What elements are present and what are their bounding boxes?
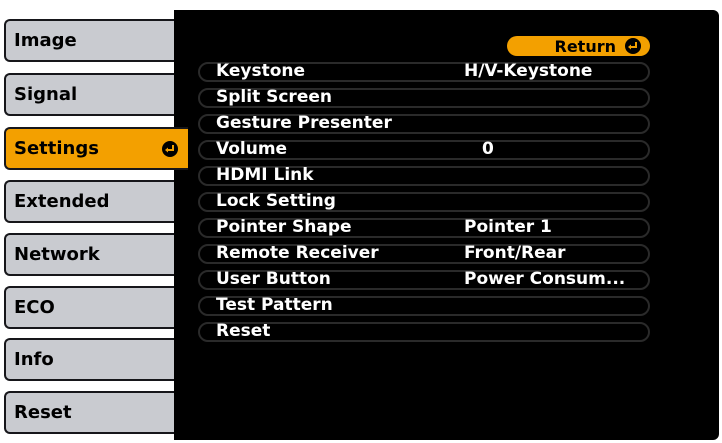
- setting-row-user-button[interactable]: User Button Power Consum...: [198, 268, 650, 292]
- setting-value: Pointer 1: [464, 217, 552, 237]
- setting-label: Split Screen: [216, 87, 332, 107]
- menu-item-label: Signal: [14, 84, 78, 105]
- menu-item-image[interactable]: Image: [4, 19, 176, 62]
- setting-label: Remote Receiver: [216, 243, 379, 263]
- setting-label: Test Pattern: [216, 295, 333, 315]
- enter-icon: [625, 38, 641, 54]
- setting-value: Front/Rear: [464, 243, 566, 263]
- menu-item-label: Settings: [14, 138, 99, 159]
- menu-item-eco[interactable]: ECO: [4, 286, 176, 329]
- setting-label: Lock Setting: [216, 191, 336, 211]
- menu-item-reset[interactable]: Reset: [4, 391, 176, 434]
- setting-row-keystone[interactable]: Keystone H/V-Keystone: [198, 60, 650, 84]
- setting-row-test-pattern[interactable]: Test Pattern: [198, 294, 650, 318]
- setting-value: H/V-Keystone: [464, 61, 593, 81]
- setting-row-split-screen[interactable]: Split Screen: [198, 86, 650, 110]
- menu-item-label: Info: [14, 349, 54, 370]
- setting-row-pointer-shape[interactable]: Pointer Shape Pointer 1: [198, 216, 650, 240]
- setting-label: Gesture Presenter: [216, 113, 392, 133]
- menu-item-signal[interactable]: Signal: [4, 73, 176, 116]
- setting-row-hdmi-link[interactable]: HDMI Link: [198, 164, 650, 188]
- menu-item-label: Image: [14, 30, 77, 51]
- menu-item-label: Reset: [14, 402, 72, 423]
- setting-label: User Button: [216, 269, 331, 289]
- setting-row-reset[interactable]: Reset: [198, 320, 650, 344]
- setting-label: Keystone: [216, 61, 306, 81]
- setting-row-lock-setting[interactable]: Lock Setting: [198, 190, 650, 214]
- return-label: Return: [554, 36, 617, 56]
- setting-label: Volume: [216, 139, 288, 159]
- menu-item-network[interactable]: Network: [4, 233, 176, 276]
- setting-row-gesture-presenter[interactable]: Gesture Presenter: [198, 112, 650, 136]
- enter-icon: [162, 141, 178, 157]
- panel-edge: [174, 10, 188, 440]
- menu-item-settings[interactable]: Settings: [4, 127, 188, 170]
- setting-label: Pointer Shape: [216, 217, 352, 237]
- menu-item-label: ECO: [14, 297, 55, 318]
- return-button[interactable]: Return: [507, 36, 650, 56]
- setting-value: 0: [482, 139, 494, 159]
- setting-label: Reset: [216, 321, 271, 341]
- menu-item-extended[interactable]: Extended: [4, 180, 176, 223]
- setting-value: Power Consum...: [464, 269, 626, 289]
- menu-item-label: Network: [14, 244, 100, 265]
- setting-label: HDMI Link: [216, 165, 314, 185]
- menu-item-label: Extended: [14, 191, 110, 212]
- menu-item-info[interactable]: Info: [4, 338, 176, 381]
- setting-row-volume[interactable]: Volume 0: [198, 138, 650, 162]
- setting-row-remote-receiver[interactable]: Remote Receiver Front/Rear: [198, 242, 650, 266]
